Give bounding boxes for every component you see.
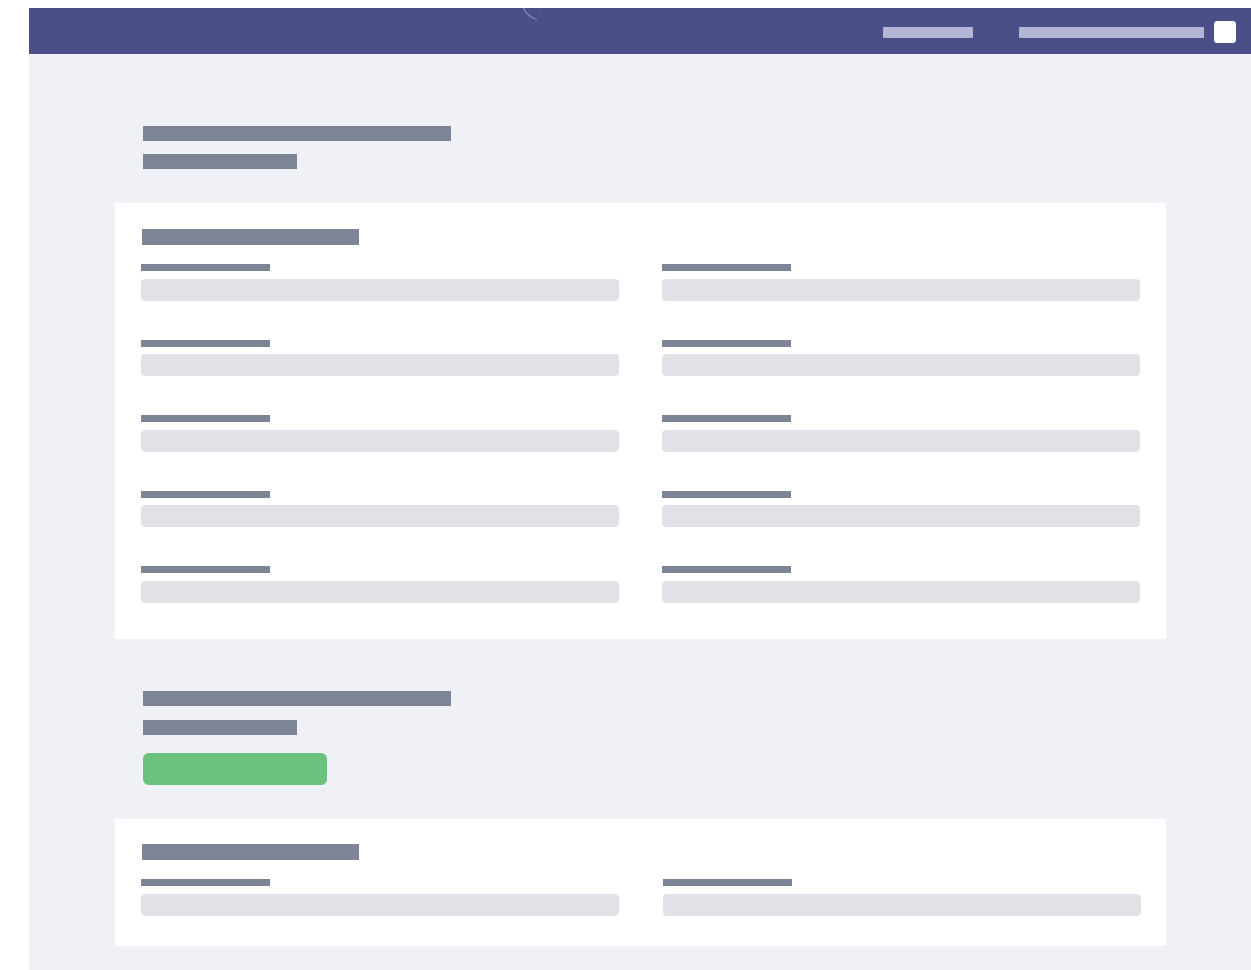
field-label	[141, 340, 270, 347]
form-panel-1	[115, 203, 1166, 639]
field-input[interactable]	[663, 894, 1141, 916]
nav-link-1[interactable]	[883, 27, 973, 38]
field-input[interactable]	[662, 279, 1140, 301]
primary-action-button[interactable]	[143, 753, 327, 785]
field-input[interactable]	[141, 505, 619, 527]
top-navigation-bar	[29, 8, 1251, 54]
field-label	[662, 340, 791, 347]
field-input[interactable]	[662, 354, 1140, 376]
nav-link-2[interactable]	[1019, 27, 1204, 38]
section-2-title	[143, 691, 451, 706]
section-1-title	[143, 126, 451, 141]
user-menu-icon[interactable]	[1214, 21, 1236, 43]
form-panel-2	[115, 819, 1166, 946]
field-input[interactable]	[141, 430, 619, 452]
field-label	[141, 879, 270, 886]
field-label	[141, 415, 270, 422]
field-input[interactable]	[141, 279, 619, 301]
field-label	[141, 264, 270, 271]
field-label	[141, 491, 270, 498]
decorative-arc	[513, 8, 547, 21]
field-input[interactable]	[141, 581, 619, 603]
field-label	[662, 415, 791, 422]
field-input[interactable]	[662, 505, 1140, 527]
field-label	[662, 264, 791, 271]
section-2-subtitle	[143, 720, 297, 735]
field-label	[662, 566, 791, 573]
panel-1-heading	[142, 229, 359, 245]
panel-2-heading	[142, 844, 359, 860]
field-input[interactable]	[141, 894, 619, 916]
field-input[interactable]	[662, 430, 1140, 452]
section-1-subtitle	[143, 154, 297, 169]
field-label	[141, 566, 270, 573]
field-input[interactable]	[662, 581, 1140, 603]
field-label	[663, 879, 792, 886]
field-input[interactable]	[141, 354, 619, 376]
field-label	[662, 491, 791, 498]
app-window	[29, 8, 1251, 970]
